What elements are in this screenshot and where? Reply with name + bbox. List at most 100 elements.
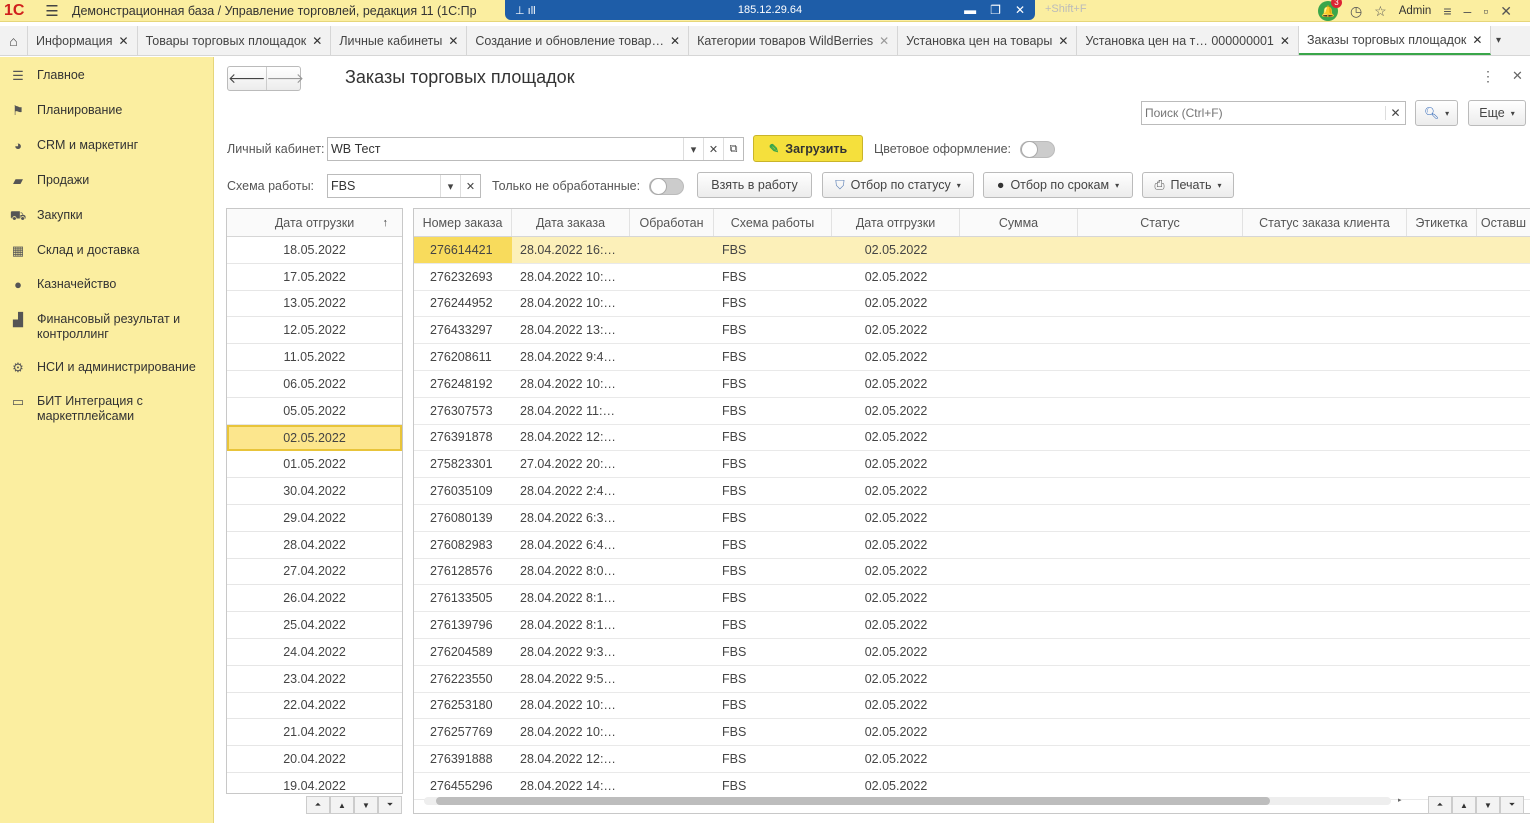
clear-search-icon[interactable]: ✕ bbox=[1385, 106, 1405, 120]
sidebar-item-finance[interactable]: ▟ Финансовый результат и контроллинг bbox=[0, 312, 214, 342]
search-button[interactable]: 🔍︎ ▾ bbox=[1415, 100, 1458, 126]
date-row[interactable]: 05.05.2022 bbox=[227, 398, 402, 425]
kebab-menu-icon[interactable]: ⋮ bbox=[1481, 68, 1495, 85]
window-minimize-icon[interactable]: – bbox=[1464, 3, 1472, 19]
close-tab-icon[interactable]: ✕ bbox=[312, 34, 322, 48]
close-form-icon[interactable]: ✕ bbox=[1512, 68, 1523, 84]
settings-menu-icon[interactable]: ≡ bbox=[1443, 3, 1451, 19]
tab-marketplace-orders[interactable]: Заказы торговых площадок ✕ bbox=[1298, 26, 1492, 55]
table-row[interactable]: 276257769 28.04.2022 10:… FBS 02.05.2022 bbox=[414, 719, 1530, 747]
date-row[interactable]: 28.04.2022 bbox=[227, 532, 402, 559]
deadline-filter-button[interactable]: ● Отбор по срокам ▾ bbox=[983, 172, 1133, 198]
sort-asc-icon[interactable]: ↑ bbox=[383, 217, 389, 229]
tab-wb-categories[interactable]: Категории товаров WildBerries ✕ bbox=[689, 26, 899, 55]
date-row[interactable]: 18.05.2022 bbox=[227, 237, 402, 264]
date-row[interactable]: 30.04.2022 bbox=[227, 478, 402, 505]
table-row[interactable]: 276204589 28.04.2022 9:3… FBS 02.05.2022 bbox=[414, 639, 1530, 666]
date-row[interactable]: 21.04.2022 bbox=[227, 719, 402, 747]
print-button[interactable]: ⎙ Печать ▾ bbox=[1142, 172, 1234, 198]
column-header[interactable]: Дата заказа bbox=[512, 209, 630, 236]
table-row[interactable]: 276208611 28.04.2022 9:4… FBS 02.05.2022 bbox=[414, 344, 1530, 371]
column-header[interactable]: Дата отгрузки bbox=[832, 209, 960, 236]
sidebar-item-sales[interactable]: ▰ Продажи bbox=[0, 173, 214, 189]
scroll-right-icon[interactable]: ▸ bbox=[1398, 796, 1402, 804]
scroll-up-icon[interactable]: ▲ bbox=[1452, 796, 1476, 814]
history-icon[interactable]: ◷ bbox=[1350, 3, 1362, 20]
sidebar-item-treasury[interactable]: ● Казначейство bbox=[0, 277, 214, 292]
date-row[interactable]: 17.05.2022 bbox=[227, 264, 402, 291]
date-row[interactable]: 24.04.2022 bbox=[227, 639, 402, 666]
take-to-work-button[interactable]: Взять в работу bbox=[697, 172, 812, 198]
scroll-top-icon[interactable]: ⏶ bbox=[306, 796, 330, 814]
load-button[interactable]: ✎ Загрузить bbox=[753, 135, 863, 162]
notifications-icon[interactable]: 🔔 3 bbox=[1317, 0, 1342, 21]
scroll-down-icon[interactable]: ▼ bbox=[354, 796, 378, 814]
table-row[interactable]: 276307573 28.04.2022 11:… FBS 02.05.2022 bbox=[414, 398, 1530, 425]
tab-set-prices[interactable]: Установка цен на товары ✕ bbox=[898, 26, 1078, 55]
tab-personal-cabinets[interactable]: Личные кабинеты ✕ bbox=[331, 26, 468, 55]
sidebar-item-planning[interactable]: ⚑ Планирование bbox=[0, 103, 214, 119]
table-row[interactable]: 276433297 28.04.2022 13:… FBS 02.05.2022 bbox=[414, 317, 1530, 345]
status-filter-button[interactable]: ⛉ Отбор по статусу ▾ bbox=[822, 172, 974, 198]
sidebar-item-purchases[interactable]: ⛟ Закупки bbox=[0, 208, 214, 226]
close-tab-icon[interactable]: ✕ bbox=[1280, 34, 1290, 48]
date-row[interactable]: 27.04.2022 bbox=[227, 559, 402, 586]
open-icon[interactable]: ⧉ bbox=[723, 138, 743, 160]
close-tab-icon[interactable]: ✕ bbox=[670, 34, 680, 48]
sidebar-item-admin[interactable]: ⚙ НСИ и администрирование bbox=[0, 360, 214, 376]
table-row[interactable]: 276244952 28.04.2022 10:… FBS 02.05.2022 bbox=[414, 291, 1530, 318]
date-row[interactable]: 20.04.2022 bbox=[227, 746, 402, 773]
more-button[interactable]: Еще ▾ bbox=[1468, 100, 1526, 126]
column-header[interactable]: Этикетка bbox=[1407, 209, 1477, 236]
table-row[interactable]: 276223550 28.04.2022 9:5… FBS 02.05.2022 bbox=[414, 666, 1530, 693]
table-row[interactable]: 276080139 28.04.2022 6:3… FBS 02.05.2022 bbox=[414, 505, 1530, 532]
date-row[interactable]: 01.05.2022 bbox=[227, 451, 402, 479]
tab-info[interactable]: Информация ✕ bbox=[28, 26, 138, 55]
date-row[interactable]: 22.04.2022 bbox=[227, 693, 402, 720]
column-header[interactable]: Схема работы bbox=[714, 209, 832, 236]
scheme-field[interactable]: FBS ▾ ✕ bbox=[327, 174, 481, 198]
unprocessed-only-toggle[interactable] bbox=[649, 178, 684, 195]
table-row[interactable]: 276455296 28.04.2022 14:… FBS 02.05.2022 bbox=[414, 773, 1530, 800]
scroll-down-icon[interactable]: ▼ bbox=[1476, 796, 1500, 814]
scheme-value[interactable]: FBS bbox=[328, 179, 440, 193]
table-row[interactable]: 276614421 28.04.2022 16:… FBS 02.05.2022 bbox=[414, 237, 1530, 264]
column-header[interactable]: Статус bbox=[1078, 209, 1243, 236]
dropdown-icon[interactable]: ▾ bbox=[440, 175, 460, 197]
cabinet-value[interactable]: WB Тест bbox=[328, 142, 683, 156]
forward-arrow-icon[interactable]: 🡒 bbox=[265, 67, 304, 90]
close-tab-icon[interactable]: ✕ bbox=[1472, 33, 1482, 47]
table-row[interactable]: 276248192 28.04.2022 10:… FBS 02.05.2022 bbox=[414, 371, 1530, 398]
sidebar-item-main[interactable]: ☰ Главное bbox=[0, 68, 214, 84]
color-scheme-toggle[interactable] bbox=[1020, 141, 1055, 158]
main-menu-icon[interactable]: ☰ bbox=[40, 2, 64, 20]
restore-icon[interactable]: ❐ bbox=[990, 3, 1001, 17]
close-tab-icon[interactable]: ✕ bbox=[119, 34, 129, 48]
column-header[interactable]: Обработан bbox=[630, 209, 714, 236]
table-row[interactable]: 276035109 28.04.2022 2:4… FBS 02.05.2022 bbox=[414, 478, 1530, 505]
dropdown-icon[interactable]: ▾ bbox=[683, 138, 703, 160]
table-row[interactable]: 276391888 28.04.2022 12:… FBS 02.05.2022 bbox=[414, 746, 1530, 773]
date-row[interactable]: 06.05.2022 bbox=[227, 371, 402, 398]
close-icon[interactable]: ✕ bbox=[1015, 3, 1025, 17]
close-tab-icon[interactable]: ✕ bbox=[448, 34, 458, 48]
close-tab-icon[interactable]: ✕ bbox=[879, 34, 889, 48]
table-row[interactable]: 276253180 28.04.2022 10:… FBS 02.05.2022 bbox=[414, 693, 1530, 720]
column-header[interactable]: Номер заказа bbox=[414, 209, 512, 236]
user-name[interactable]: Admin bbox=[1399, 5, 1432, 17]
table-row[interactable]: 276139796 28.04.2022 8:1… FBS 02.05.2022 bbox=[414, 612, 1530, 639]
tabs-more-icon[interactable]: ▾ bbox=[1491, 26, 1505, 55]
date-row[interactable]: 19.04.2022 bbox=[227, 773, 402, 793]
column-header[interactable]: Статус заказа клиента bbox=[1243, 209, 1407, 236]
pin-icon[interactable]: ⊥ ıll bbox=[515, 4, 536, 17]
date-row[interactable]: 13.05.2022 bbox=[227, 291, 402, 318]
scroll-bottom-icon[interactable]: ⏷ bbox=[378, 796, 402, 814]
date-row[interactable]: 25.04.2022 bbox=[227, 612, 402, 639]
tab-set-prices-doc[interactable]: Установка цен на т… 000000001 ✕ bbox=[1077, 26, 1299, 55]
horizontal-scrollbar[interactable] bbox=[424, 797, 1391, 805]
column-header[interactable]: Сумма bbox=[960, 209, 1078, 236]
table-row[interactable]: 276133505 28.04.2022 8:1… FBS 02.05.2022 bbox=[414, 585, 1530, 613]
tab-marketplace-goods[interactable]: Товары торговых площадок ✕ bbox=[138, 26, 332, 55]
date-row[interactable]: 26.04.2022 bbox=[227, 585, 402, 613]
tab-create-update-goods[interactable]: Создание и обновление товар… ✕ bbox=[467, 26, 690, 55]
